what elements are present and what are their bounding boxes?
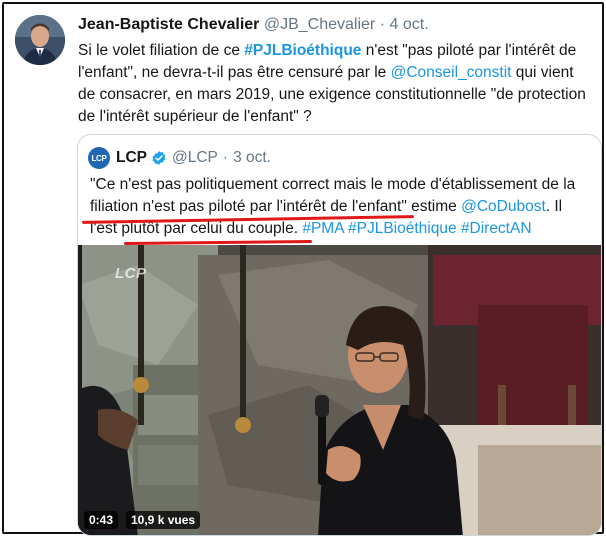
verified-badge-icon xyxy=(152,151,166,165)
separator: · xyxy=(379,16,386,33)
tweet-text-part1: Si le volet filiation de ce xyxy=(78,42,245,59)
quoted-author-name[interactable]: LCP xyxy=(116,149,147,167)
quoted-time[interactable]: 3 oct. xyxy=(233,149,271,167)
quoted-hashtags[interactable]: #PMA #PJLBioéthique #DirectAN xyxy=(302,220,531,237)
quoted-separator: · xyxy=(222,149,229,166)
video-views: 10,9 k vues xyxy=(126,511,201,529)
hashtag-link[interactable]: #PJLBioéthique xyxy=(244,42,361,59)
tweet-text: Si le volet filiation de ce #PJLBioéthiq… xyxy=(78,40,593,128)
quoted-tweet[interactable]: LCP LCP @LCP · 3 oct. "Ce n'est pas poli… xyxy=(77,134,602,536)
mention-link[interactable]: @Conseil_constit xyxy=(391,64,512,81)
author-handle[interactable]: @JB_Chevalier xyxy=(264,16,375,33)
quoted-author-handle[interactable]: @LCP xyxy=(172,149,218,167)
author-name[interactable]: Jean-Baptiste Chevalier xyxy=(78,16,259,33)
tweet-header: Jean-Baptiste Chevalier @JB_Chevalier · … xyxy=(78,16,429,34)
avatar[interactable] xyxy=(15,15,65,65)
avatar-photo xyxy=(15,15,65,65)
quoted-avatar-logo-text: LCP xyxy=(91,153,107,163)
quoted-tweet-text: "Ce n'est pas politiquement correct mais… xyxy=(90,174,590,240)
quoted-mention-link[interactable]: @CoDubost xyxy=(461,198,546,215)
tweet-card: Jean-Baptiste Chevalier @JB_Chevalier · … xyxy=(2,2,604,536)
video-watermark: LCP xyxy=(115,265,147,282)
video-frame xyxy=(78,245,601,535)
video-duration: 0:43 xyxy=(84,511,119,529)
tweet-time[interactable]: 4 oct. xyxy=(390,16,429,33)
video-player[interactable]: LCP 0:43 10,9 k vues xyxy=(78,245,601,535)
quoted-tweet-header: LCP LCP @LCP · 3 oct. xyxy=(88,147,271,169)
quoted-avatar[interactable]: LCP xyxy=(88,147,110,169)
